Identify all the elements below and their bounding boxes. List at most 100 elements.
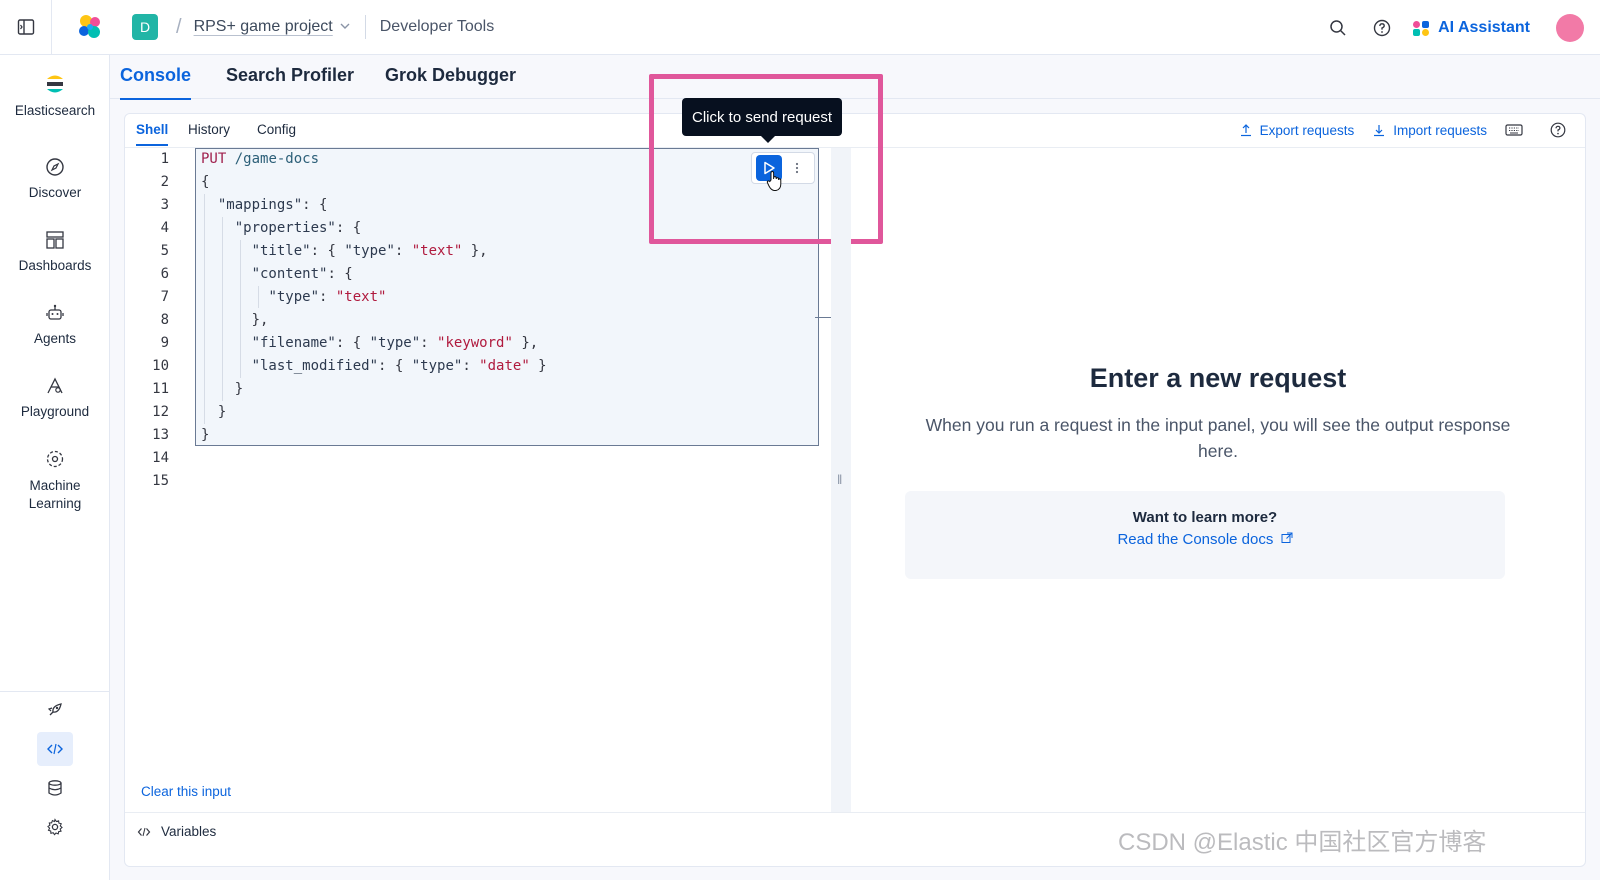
sidebar-data-management[interactable] xyxy=(37,771,73,805)
console-help-button[interactable] xyxy=(1550,122,1573,138)
chevron-down-icon[interactable] xyxy=(339,20,351,35)
code-line-7: "type": "text" xyxy=(268,289,387,305)
export-requests-button[interactable]: Export requests xyxy=(1239,122,1355,138)
code-line-4: "properties": { xyxy=(234,220,362,236)
dashboard-icon xyxy=(0,230,110,250)
output-empty-title: Enter a new request xyxy=(1089,363,1347,393)
help-icon xyxy=(1550,122,1566,138)
line-number: 2 xyxy=(160,174,169,190)
sidebar: Elasticsearch Discover Dashboards Agents… xyxy=(0,55,110,880)
panel-toggle-icon xyxy=(17,19,34,35)
footer-divider xyxy=(125,812,1585,813)
sidebar-item-playground[interactable]: Playground xyxy=(0,376,110,419)
tab-config[interactable]: Config xyxy=(257,122,296,137)
tooltip-text: Click to send request xyxy=(692,108,833,126)
tooltip: Click to send request xyxy=(682,98,843,136)
import-icon xyxy=(1374,125,1385,137)
sidebar-dev-tools[interactable] xyxy=(37,732,73,766)
console-docs-link-label: Read the Console docs xyxy=(1117,531,1274,548)
keyboard-shortcuts-button[interactable] xyxy=(1505,123,1530,137)
watermark-text: CSDN @Elastic 中国社区官方博客 xyxy=(1118,829,1487,856)
search-button[interactable] xyxy=(1316,6,1360,50)
code-line-5: "title": { "type": "text" }, xyxy=(251,243,488,259)
sidebar-item-dashboards[interactable]: Dashboards xyxy=(0,230,110,273)
line-number: 4 xyxy=(160,220,169,236)
sidebar-settings[interactable] xyxy=(37,810,73,844)
ai-assistant-icon xyxy=(1413,20,1430,36)
fold-marker xyxy=(815,317,831,318)
line-number: 3 xyxy=(160,197,169,213)
avatar[interactable] xyxy=(1556,13,1584,42)
elastic-logo[interactable] xyxy=(62,13,118,41)
space-badge[interactable]: D xyxy=(132,14,158,40)
sidebar-item-label: Discover xyxy=(28,185,82,200)
code-line-2: { xyxy=(201,174,210,190)
ai-assistant-label: AI Assistant xyxy=(1438,18,1530,36)
nav-toggle-button[interactable] xyxy=(0,0,52,55)
sidebar-item-machine-learning[interactable]: Machine Learning xyxy=(0,449,110,513)
output-empty-description: When you run a request in the input pane… xyxy=(925,415,1511,461)
external-link-icon xyxy=(1281,532,1293,543)
top-header: D / RPS+ game project Developer Tools AI… xyxy=(0,0,1600,55)
compass-icon xyxy=(0,157,110,177)
sidebar-item-discover[interactable]: Discover xyxy=(0,157,110,200)
tab-console[interactable]: Console xyxy=(120,65,192,100)
tab-history[interactable]: History xyxy=(188,122,230,137)
import-requests-label: Import requests xyxy=(1393,122,1487,138)
code-line-1: PUT /game-docs xyxy=(201,151,319,167)
sidebar-item-label: Elasticsearch xyxy=(14,103,96,118)
keyboard-icon xyxy=(1505,124,1523,136)
code-line-8: }, xyxy=(201,312,269,328)
database-icon xyxy=(48,780,62,796)
help-icon xyxy=(1373,19,1391,36)
clear-input-button[interactable]: Clear this input xyxy=(141,784,231,799)
sidebar-item-elasticsearch[interactable]: Elasticsearch xyxy=(0,73,110,118)
sidebar-divider xyxy=(0,691,110,692)
export-icon xyxy=(1240,124,1251,137)
sidebar-item-label: Dashboards xyxy=(18,258,92,273)
code-line-13: } xyxy=(201,427,210,443)
tab-grok-debugger[interactable]: Grok Debugger xyxy=(385,65,516,98)
elastic-logo-icon xyxy=(79,15,100,38)
breadcrumb-separator: / xyxy=(176,15,182,38)
help-button[interactable] xyxy=(1360,6,1404,50)
line-number: 5 xyxy=(160,243,169,259)
export-requests-label: Export requests xyxy=(1259,122,1355,138)
variables-toggle[interactable]: Variables xyxy=(137,824,216,839)
variables-label: Variables xyxy=(161,824,217,839)
code-line-12: } xyxy=(201,404,227,420)
line-number: 10 xyxy=(152,358,169,374)
resize-handle-icon[interactable]: ‖ xyxy=(837,472,842,487)
sidebar-item-label: Playground xyxy=(20,404,90,419)
line-number: 1 xyxy=(160,151,169,167)
line-number: 14 xyxy=(152,450,169,466)
sidebar-item-agents[interactable]: Agents xyxy=(0,303,110,346)
ai-assistant-button[interactable]: AI Assistant xyxy=(1412,19,1530,37)
output-panel: Enter a new request When you run a reque… xyxy=(851,148,1585,812)
console-docs-link[interactable]: Read the Console docs xyxy=(905,531,1505,548)
line-number: 15 xyxy=(152,473,169,489)
code-icon xyxy=(137,827,151,836)
playground-icon xyxy=(0,376,110,396)
ml-icon xyxy=(0,449,110,469)
code-line-11: } xyxy=(201,381,244,397)
code-line-9: "filename": { "type": "keyword" }, xyxy=(251,335,539,351)
breadcrumb-project[interactable]: RPS+ game project xyxy=(194,18,333,36)
line-number: 7 xyxy=(160,289,169,305)
breadcrumb-page: Developer Tools xyxy=(379,18,495,35)
line-number: 9 xyxy=(160,335,169,351)
learn-more-callout: Want to learn more? Read the Console doc… xyxy=(905,491,1505,579)
tab-shell[interactable]: Shell xyxy=(136,122,169,146)
line-number: 8 xyxy=(160,312,169,328)
rocket-icon xyxy=(47,703,62,716)
line-number: 6 xyxy=(160,266,169,282)
import-requests-button[interactable]: Import requests xyxy=(1372,123,1487,138)
line-number: 11 xyxy=(152,381,169,397)
tab-search-profiler[interactable]: Search Profiler xyxy=(226,65,354,98)
breadcrumb-divider xyxy=(364,15,366,39)
line-number: 13 xyxy=(152,427,169,443)
code-icon xyxy=(47,743,63,755)
request-path: /game-docs xyxy=(234,151,320,167)
sidebar-getting-started[interactable] xyxy=(37,693,73,727)
sidebar-item-label: Machine Learning xyxy=(28,478,82,511)
